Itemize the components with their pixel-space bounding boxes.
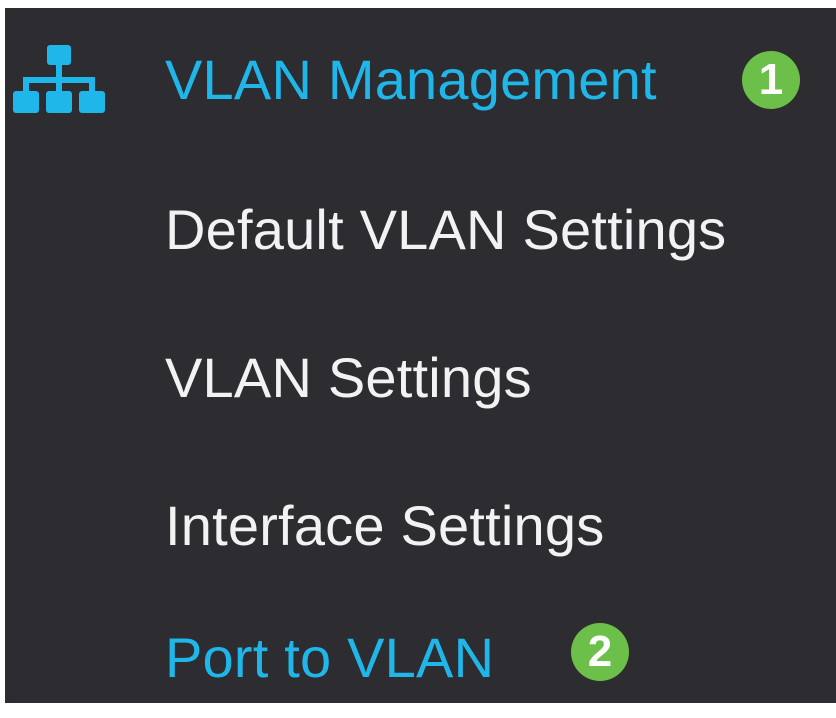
menu-item-label[interactable]: Port to VLAN xyxy=(165,630,494,686)
step-2-badge: 2 xyxy=(571,623,629,681)
network-hierarchy-icon xyxy=(13,45,105,113)
menu-item-vlan-settings[interactable]: VLAN Settings xyxy=(5,320,836,430)
menu-item-label[interactable]: Interface Settings xyxy=(165,498,604,554)
menu-item-port-to-vlan[interactable]: Port to VLAN xyxy=(5,608,836,718)
sidebar-menu-panel: VLAN Management 1 Default VLAN Settings … xyxy=(5,8,836,703)
menu-item-interface-settings[interactable]: Interface Settings xyxy=(5,468,836,578)
menu-item-label[interactable]: Default VLAN Settings xyxy=(165,202,726,258)
menu-item-label[interactable]: VLAN Settings xyxy=(165,350,532,406)
menu-item-default-vlan-settings[interactable]: Default VLAN Settings xyxy=(5,172,836,282)
vlan-management-label[interactable]: VLAN Management xyxy=(165,52,657,108)
step-1-badge: 1 xyxy=(742,51,800,109)
